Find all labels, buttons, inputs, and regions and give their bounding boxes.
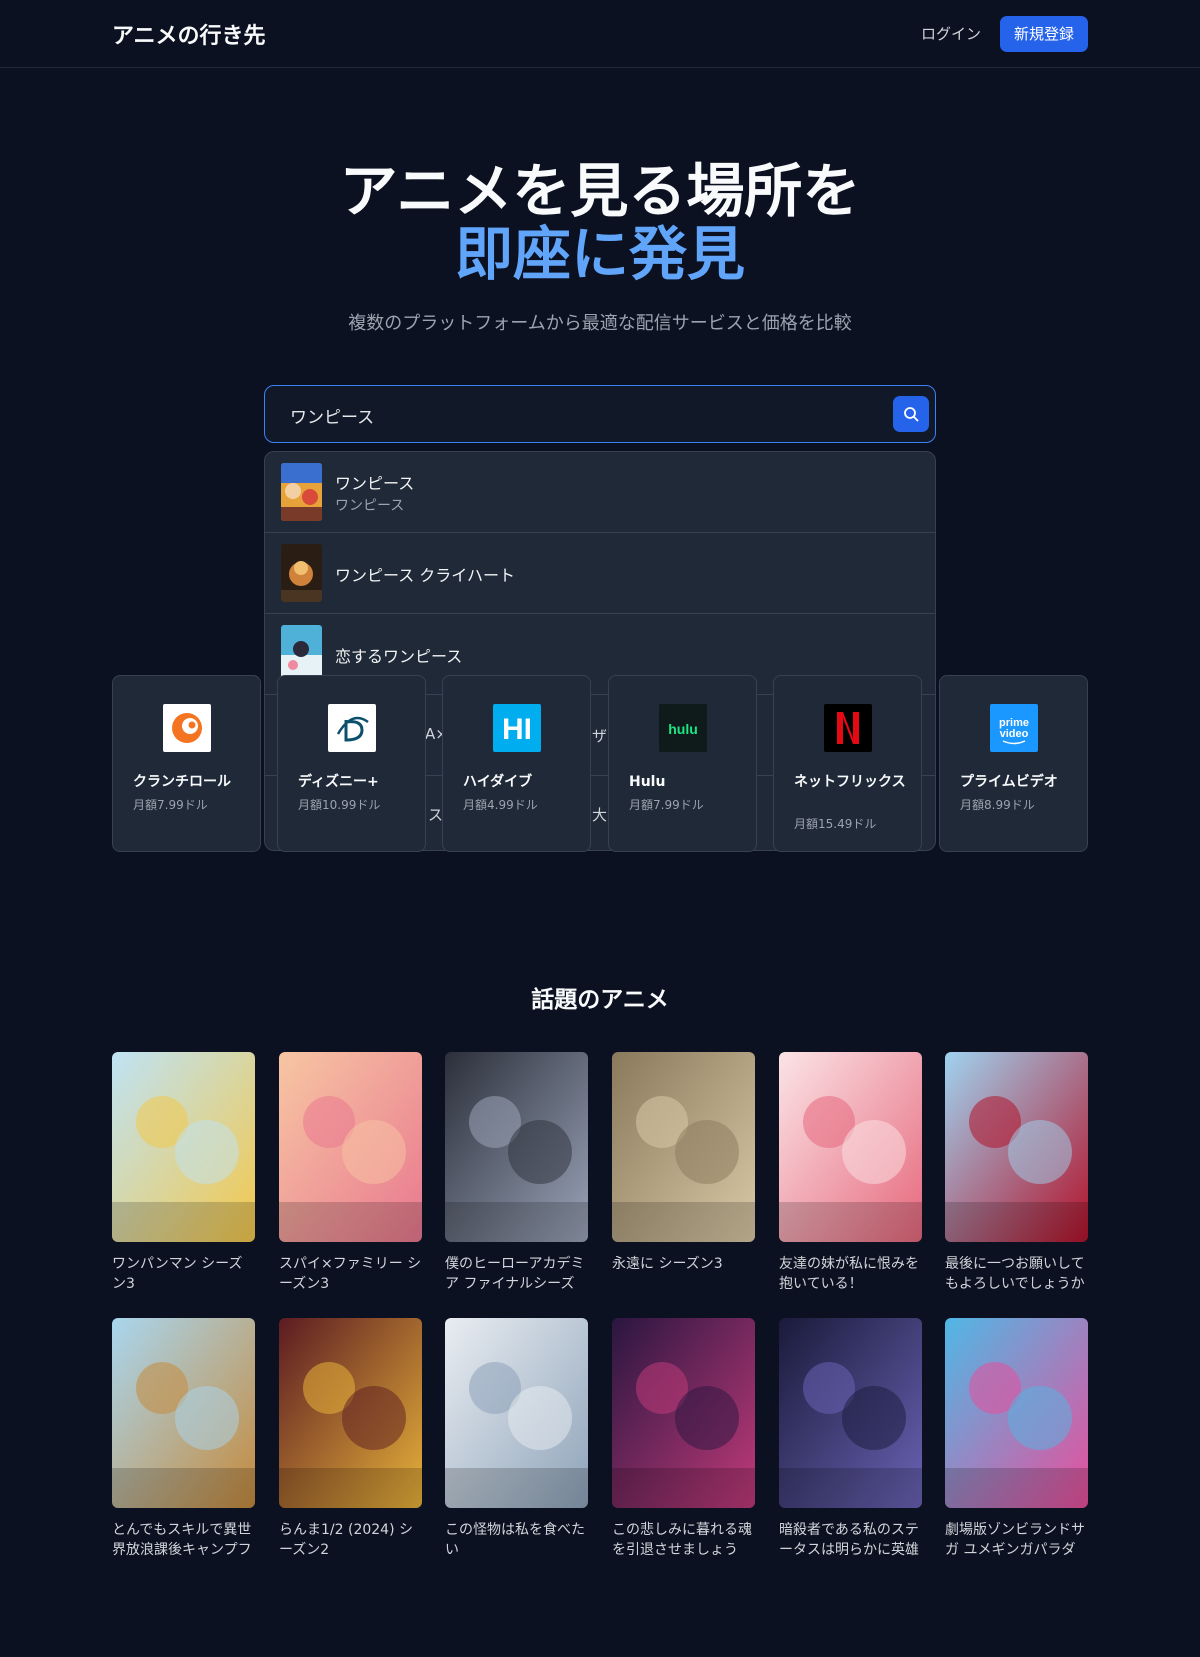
service-name: ハイダイブ bbox=[463, 774, 533, 790]
anime-poster[interactable] bbox=[112, 1318, 255, 1508]
search-button[interactable] bbox=[893, 396, 929, 432]
service-name: ディズニー+ bbox=[298, 774, 379, 790]
anime-poster[interactable] bbox=[279, 1052, 422, 1242]
anime-title[interactable]: 最後に一つお願いしてもよろしいでしょうか bbox=[945, 1254, 1088, 1294]
suggestion-fragment: ス bbox=[428, 806, 444, 824]
anime-title[interactable]: 劇場版ゾンビランドサガ ユメギンガパラダイス bbox=[945, 1520, 1088, 1560]
service-card-prime-video[interactable]: prime video プライムビデオ 月額8.99ドル bbox=[939, 675, 1088, 852]
service-price: 月額8.99ドル bbox=[960, 798, 1035, 812]
anime-title[interactable]: ワンパンマン シーズン3 bbox=[112, 1254, 255, 1294]
brand-logo[interactable]: アニメの行き先 bbox=[112, 18, 266, 50]
netflix-logo bbox=[824, 704, 872, 752]
service-name: プライムビデオ bbox=[960, 774, 1058, 790]
hero-subtitle: 複数のプラットフォームから最適な配信サービスと価格を比較 bbox=[348, 313, 852, 334]
anime-title[interactable]: この怪物は私を食べたい bbox=[445, 1520, 588, 1560]
hidive-logo: HI bbox=[493, 704, 541, 752]
anime-title[interactable]: 友達の妹が私に恨みを抱いている！ bbox=[779, 1254, 922, 1294]
anime-poster[interactable] bbox=[945, 1318, 1088, 1508]
anime-poster[interactable] bbox=[612, 1052, 755, 1242]
suggestion-fragment: 大 bbox=[592, 806, 608, 824]
search-value: ワンピース bbox=[290, 408, 375, 428]
search-icon bbox=[904, 407, 919, 422]
trending-title: 話題のアニメ bbox=[531, 987, 669, 1013]
anime-poster[interactable] bbox=[279, 1318, 422, 1508]
suggestion-item[interactable]: ワンピース ワンピース bbox=[265, 452, 935, 533]
service-name: Hulu bbox=[629, 774, 666, 790]
hulu-logo-text: hulu bbox=[668, 721, 698, 737]
anime-poster[interactable] bbox=[445, 1318, 588, 1508]
suggestion-title: ワンピース クライハート bbox=[335, 566, 515, 585]
crunchyroll-logo bbox=[163, 704, 211, 752]
hidive-logo-text: HI bbox=[502, 713, 532, 746]
anime-poster[interactable] bbox=[945, 1052, 1088, 1242]
suggestion-title: 恋するワンピース bbox=[335, 647, 463, 666]
anime-title[interactable]: この悲しみに暮れる魂を引退させましょう bbox=[612, 1520, 755, 1560]
anime-title[interactable]: 永遠に シーズン3 bbox=[612, 1254, 755, 1274]
service-card-disney-plus[interactable]: ディズニー+ 月額10.99ドル bbox=[277, 675, 426, 852]
signup-button[interactable]: 新規登録 bbox=[1000, 16, 1088, 52]
top-nav: アニメの行き先 ログイン 新規登録 bbox=[0, 0, 1200, 68]
hulu-logo: hulu bbox=[659, 704, 707, 752]
anime-poster[interactable] bbox=[779, 1318, 922, 1508]
anime-poster[interactable] bbox=[779, 1052, 922, 1242]
suggestion-thumbnail bbox=[281, 463, 322, 521]
anime-title[interactable]: 暗殺者である私のステータスは明らかに英雄よりも強い bbox=[779, 1520, 922, 1560]
suggestion-subtitle: ワンピース bbox=[335, 498, 405, 514]
anime-title[interactable]: スパイ×ファミリー シーズン3 bbox=[279, 1254, 422, 1294]
service-card-netflix[interactable]: ネットフリックス 月額15.49ドル bbox=[773, 675, 922, 852]
anime-poster[interactable] bbox=[112, 1052, 255, 1242]
disney-plus-logo bbox=[328, 704, 376, 752]
anime-poster[interactable] bbox=[612, 1318, 755, 1508]
anime-title[interactable]: 僕のヒーローアカデミア ファイナルシーズン bbox=[445, 1254, 588, 1294]
hero-title-highlight: 即座に発見 bbox=[454, 220, 745, 288]
service-price: 月額15.49ドル bbox=[794, 817, 877, 831]
service-card-hulu[interactable]: hulu Hulu 月額7.99ドル bbox=[608, 675, 757, 852]
search-input[interactable]: ワンピース bbox=[264, 385, 936, 443]
service-price: 月額10.99ドル bbox=[298, 798, 381, 812]
service-card-hidive[interactable]: HI ハイダイブ 月額4.99ドル bbox=[442, 675, 591, 852]
login-link[interactable]: ログイン bbox=[921, 23, 981, 44]
anime-poster[interactable] bbox=[445, 1052, 588, 1242]
service-card-crunchyroll[interactable]: クランチロール 月額7.99ドル bbox=[112, 675, 261, 852]
suggestion-thumbnail bbox=[281, 544, 322, 602]
prime-video-logo: prime video bbox=[990, 704, 1038, 752]
suggestion-item[interactable]: ワンピース クライハート bbox=[265, 533, 935, 614]
suggestion-title: ワンピース bbox=[335, 474, 415, 493]
service-price: 月額7.99ドル bbox=[133, 798, 208, 812]
service-name: クランチロール bbox=[133, 774, 231, 790]
service-price: 月額4.99ドル bbox=[463, 798, 538, 812]
anime-title[interactable]: とんでもスキルで異世界放浪課後キャンプファイヤー bbox=[112, 1520, 255, 1560]
anime-title[interactable]: らんま1/2 (2024) シーズン2 bbox=[279, 1520, 422, 1560]
service-name: ネットフリックス bbox=[794, 774, 906, 790]
video-logo-text: video bbox=[1000, 728, 1029, 740]
service-price: 月額7.99ドル bbox=[629, 798, 704, 812]
hero-title: アニメを見る場所を bbox=[339, 157, 861, 225]
